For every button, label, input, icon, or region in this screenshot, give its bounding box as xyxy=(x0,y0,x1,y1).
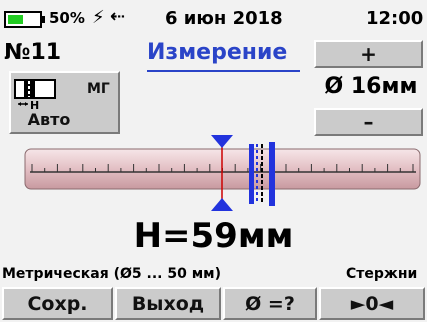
diameter-minus-button[interactable]: – xyxy=(314,108,423,136)
battery-percent: 50% xyxy=(49,9,85,27)
scan-ruler xyxy=(24,135,421,211)
charge-icon: ⚡ xyxy=(92,7,105,28)
rebar-marker-left xyxy=(249,144,254,204)
exit-button[interactable]: Выход xyxy=(115,287,221,320)
title-underline xyxy=(147,70,300,72)
scale-label: Метрическая (Ø5 ... 50 мм) xyxy=(2,266,221,282)
diameter-query-button[interactable]: Ø =? xyxy=(223,287,317,320)
diameter-value: Ø 16мм xyxy=(324,74,418,99)
usb-icon: ⇠ xyxy=(110,6,126,27)
units-label: МГ xyxy=(87,81,110,97)
diameter-plus-button[interactable]: + xyxy=(314,40,423,68)
status-bar: 50% ⚡ ⇠ 6 июн 2018 12:00 xyxy=(0,0,427,36)
save-button[interactable]: Сохр. xyxy=(2,287,113,320)
cursor-bottom-triangle xyxy=(211,198,233,211)
depth-measurement: Н=59мм xyxy=(133,216,294,256)
screen-title: Измерение xyxy=(147,40,288,65)
object-number: №11 xyxy=(4,40,62,65)
zero-button[interactable]: ►0◄ xyxy=(319,287,425,320)
battery-icon xyxy=(4,11,42,28)
mode-button[interactable]: Н МГ Авто xyxy=(9,71,120,134)
battery-tip xyxy=(42,16,45,23)
rebar-marker-right xyxy=(269,142,275,206)
battery-fill xyxy=(8,15,23,24)
date-display: 6 июн 2018 xyxy=(165,8,283,29)
time-display: 12:00 xyxy=(366,8,424,29)
object-type-label: Стержни xyxy=(346,266,418,282)
cursor-top-triangle xyxy=(211,135,233,148)
mode-label: Авто xyxy=(27,110,71,129)
